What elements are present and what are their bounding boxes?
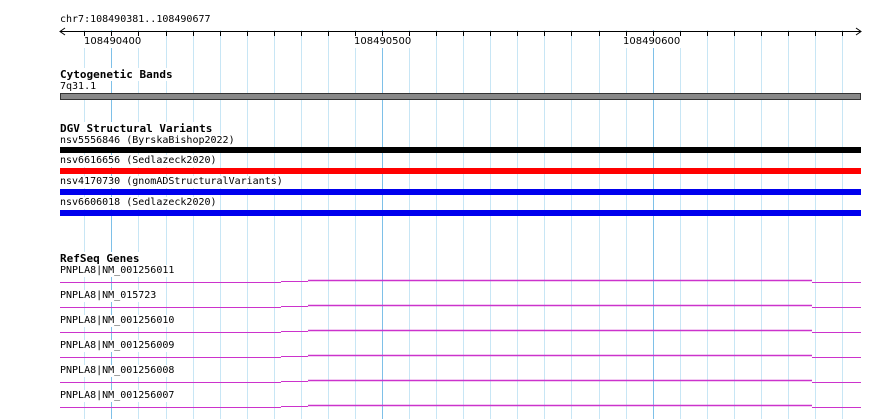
track-title-dgv: DGV Structural Variants: [60, 122, 213, 135]
dgv-feature-bar[interactable]: [60, 189, 861, 195]
gene-label: PNPLA8|NM_015723: [60, 290, 157, 302]
ruler-tick-label: 108490400: [83, 36, 143, 48]
dgv-feature-bar[interactable]: [60, 147, 861, 153]
cytoband-label: 7q31.1: [60, 81, 97, 93]
dgv-feature-bar[interactable]: [60, 210, 861, 216]
ruler-tick-label: 108490600: [622, 36, 682, 48]
gene-label: PNPLA8|NM_001256011: [60, 265, 175, 277]
dgv-feature-label: nsv6616656 (Sedlazeck2020): [60, 155, 217, 167]
track-title-refseq: RefSeq Genes: [60, 252, 140, 265]
dgv-feature-label: nsv4170730 (gnomADStructuralVariants): [60, 176, 283, 188]
gene-label: PNPLA8|NM_001256010: [60, 315, 175, 327]
gene-label: PNPLA8|NM_001256009: [60, 340, 175, 352]
track-title-cytoband: Cytogenetic Bands: [60, 68, 173, 81]
coordinate-ruler[interactable]: [0, 0, 890, 60]
gene-label: PNPLA8|NM_001256008: [60, 365, 175, 377]
dgv-feature-label: nsv5556846 (ByrskaBishop2022): [60, 135, 235, 147]
ruler-tick-label: 108490500: [353, 36, 413, 48]
gene-label: PNPLA8|NM_001256007: [60, 390, 175, 402]
cytoband-bar[interactable]: [60, 93, 861, 100]
dgv-feature-label: nsv6606018 (Sedlazeck2020): [60, 197, 217, 209]
dgv-feature-bar[interactable]: [60, 168, 861, 174]
